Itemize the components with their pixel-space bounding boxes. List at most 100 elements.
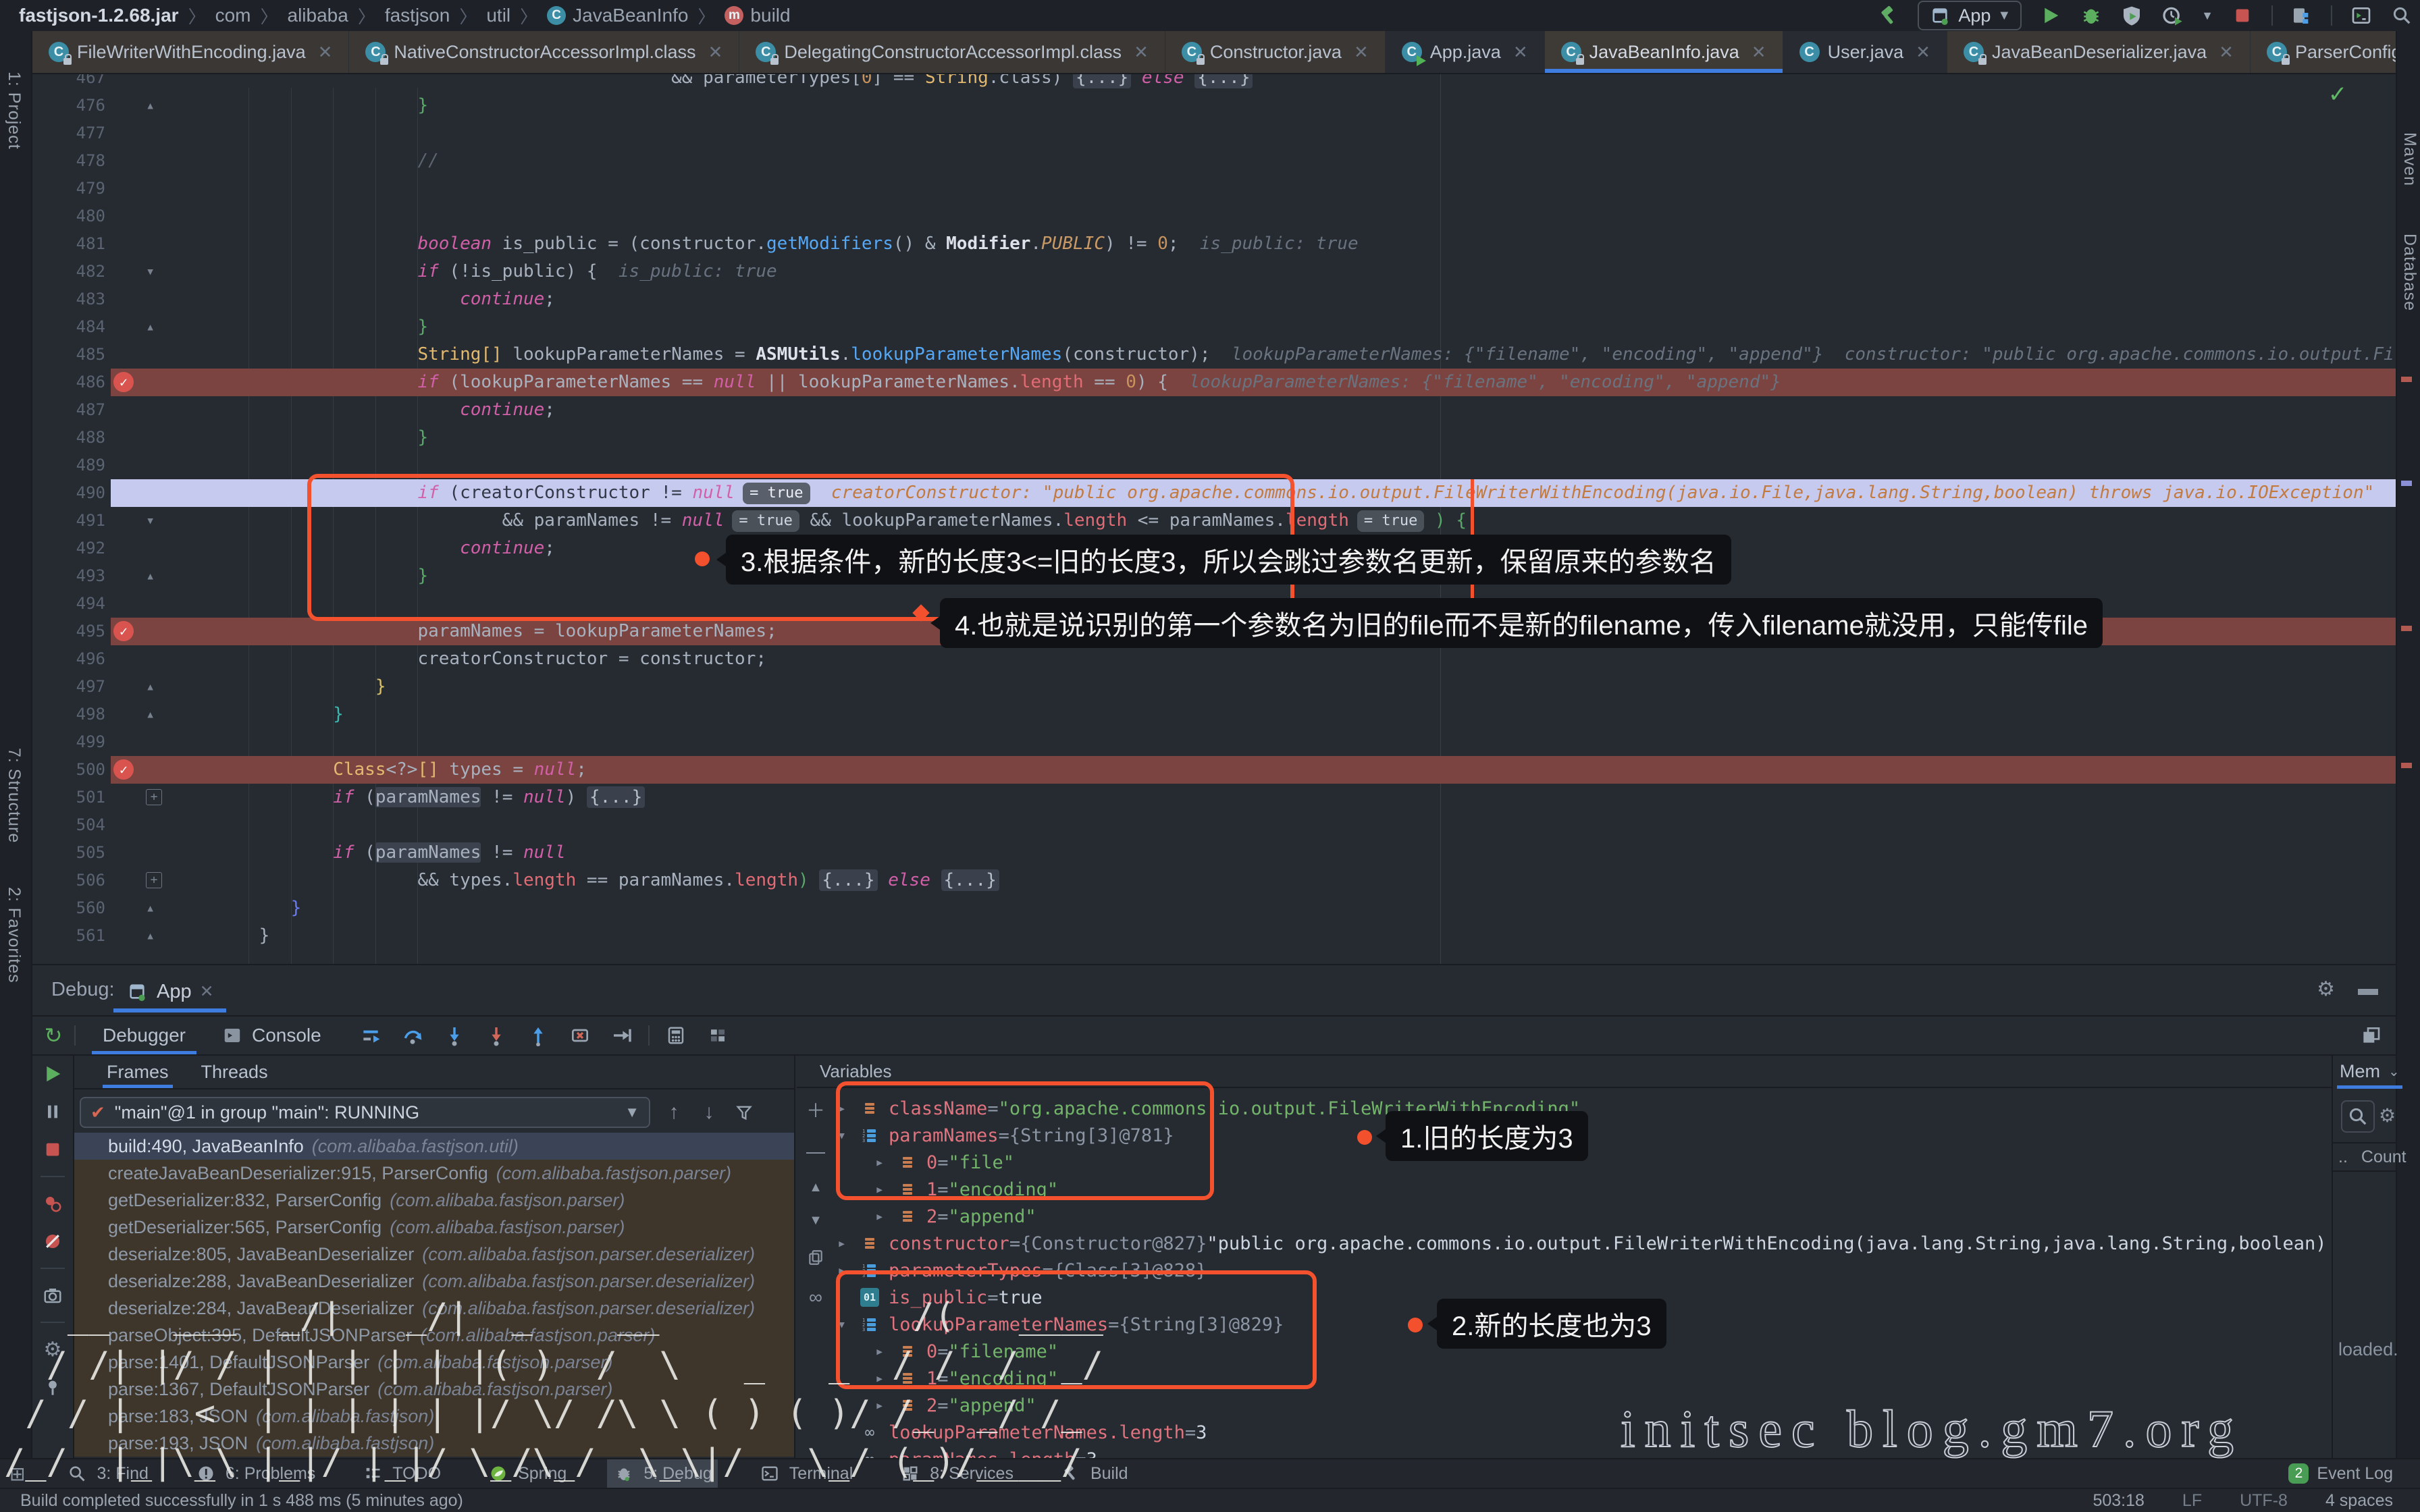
code-line[interactable]: 483continue; [32, 286, 2396, 313]
frame-up-icon[interactable]: ↑ [662, 1101, 685, 1124]
code-line[interactable]: 506+&& types.length == paramNames.length… [32, 867, 2396, 894]
code-line[interactable]: 485String[] lookupParameterNames = ASMUt… [32, 341, 2396, 369]
close-icon[interactable]: ✕ [1134, 42, 1149, 63]
filter-icon[interactable] [733, 1101, 756, 1124]
build-hammer-icon[interactable] [1877, 4, 1900, 27]
tool-button-project[interactable]: 1: Project [4, 72, 24, 150]
tool-window-button-debug[interactable]: 5: Debug [607, 1459, 717, 1488]
tree-chevron-icon[interactable]: ▸ [875, 1208, 898, 1225]
rerun-icon[interactable]: ↻ [42, 1024, 65, 1047]
code-line[interactable]: 488} [32, 424, 2396, 452]
step-into-icon[interactable] [443, 1024, 466, 1047]
pause-icon[interactable] [41, 1100, 64, 1123]
settings-gear-icon[interactable]: ⚙ [2317, 977, 2335, 1001]
inspection-ok-icon[interactable]: ✓ [2323, 80, 2352, 109]
show-execution-point-icon[interactable] [359, 1024, 382, 1047]
code-line[interactable]: 484▴} [32, 313, 2396, 341]
fold-marker[interactable]: ▴ [146, 922, 155, 950]
code-line[interactable]: 479 [32, 175, 2396, 202]
code-line[interactable]: 505if (paramNames != null [32, 839, 2396, 867]
step-over-icon[interactable] [401, 1024, 424, 1047]
tree-chevron-icon[interactable]: ▸ [837, 1235, 860, 1252]
breakpoint-icon[interactable]: ✓ [113, 759, 134, 780]
close-icon[interactable]: ✕ [1354, 42, 1369, 63]
code-line[interactable]: 478// [32, 147, 2396, 175]
debug-button[interactable] [2080, 4, 2103, 27]
close-icon[interactable]: ✕ [1916, 42, 1930, 63]
project-structure-icon[interactable] [2290, 4, 2313, 27]
minimize-icon[interactable]: ▬ [2358, 977, 2378, 1001]
stack-frame[interactable]: getDeserializer:832, ParserConfig(com.al… [74, 1187, 794, 1214]
editor-tab[interactable]: CFileWriterWithEncoding.java✕ [32, 31, 349, 73]
tool-window-button-problems[interactable]: 6: Problems [189, 1459, 321, 1488]
stop-button[interactable] [2231, 4, 2254, 27]
tab-console[interactable]: Console [203, 1017, 339, 1054]
tab-threads[interactable]: Threads [201, 1056, 268, 1088]
fold-marker[interactable]: + [146, 872, 162, 888]
remove-watch-icon[interactable]: — [806, 1141, 825, 1162]
layout-settings-icon[interactable] [706, 1024, 729, 1047]
code-line[interactable]: 499 [32, 728, 2396, 756]
debug-session-tab[interactable]: App ✕ [113, 971, 226, 1013]
fold-marker[interactable]: ▴ [146, 562, 155, 590]
code-line[interactable]: 486✓if (lookupParameterNames == null || … [32, 369, 2396, 396]
code-line[interactable]: 560▴} [32, 894, 2396, 922]
fold-marker[interactable]: ▴ [146, 313, 155, 341]
tool-button-favorites[interactable]: 2: Favorites [4, 887, 24, 983]
fold-marker[interactable]: + [146, 789, 162, 805]
restore-layout-icon[interactable] [2359, 1024, 2382, 1047]
breakpoint-icon[interactable]: ✓ [113, 372, 134, 392]
breakpoint-icon[interactable]: ✓ [113, 621, 134, 641]
step-out-icon[interactable] [527, 1024, 550, 1047]
close-icon[interactable]: ✕ [1513, 42, 1528, 63]
stack-frame[interactable]: deserialze:288, JavaBeanDeserializer(com… [74, 1268, 794, 1295]
snapshot-camera-icon[interactable] [41, 1284, 64, 1307]
close-icon[interactable]: ✕ [318, 42, 333, 63]
editor-tab[interactable]: CParserConfig.java✕ [2251, 31, 2420, 73]
stack-frame[interactable]: parseObject:395, DefaultJSONParser(com.a… [74, 1322, 794, 1349]
code-line[interactable]: 498▴} [32, 701, 2396, 728]
move-up-icon[interactable]: ▲ [809, 1180, 822, 1195]
close-icon[interactable]: ✕ [2219, 42, 2234, 63]
code-line[interactable]: 480 [32, 202, 2396, 230]
tool-window-button-find[interactable]: 3: Find [60, 1459, 153, 1488]
tool-button-maven[interactable]: Maven [2400, 132, 2419, 186]
variable-row[interactable]: ▸2 = "append" [875, 1392, 1036, 1419]
stack-frame[interactable]: deserialze:805, JavaBeanDeserializer(com… [74, 1241, 794, 1268]
tool-button-structure[interactable]: 7: Structure [4, 748, 24, 843]
code-editor[interactable]: 467&& parameterTypes[0] == String.class)… [32, 74, 2396, 964]
stack-frame[interactable]: deserialze:284, JavaBeanDeserializer(com… [74, 1295, 794, 1322]
fold-marker[interactable]: ▴ [146, 894, 155, 922]
thread-selector[interactable]: ✔ "main"@1 in group "main": RUNNING ▼ [80, 1097, 650, 1128]
code-line[interactable]: 504 [32, 811, 2396, 839]
editor-tab[interactable]: CConstructor.java✕ [1165, 31, 1386, 73]
tool-button-database[interactable]: Database [2400, 234, 2419, 311]
tool-window-button-services[interactable]: 8: Services [893, 1459, 1019, 1488]
code-line[interactable]: 496creatorConstructor = constructor; [32, 645, 2396, 673]
view-breakpoints-icon[interactable] [41, 1192, 64, 1215]
code-line[interactable]: 561▴} [32, 922, 2396, 950]
fold-marker[interactable]: ▴ [146, 701, 155, 728]
memory-search-button[interactable] [2341, 1100, 2375, 1133]
editor-tab[interactable]: CJavaBeanDeserializer.java✕ [1947, 31, 2251, 73]
fold-marker[interactable]: ▴ [146, 92, 155, 119]
stack-frame[interactable]: parse:1367, DefaultJSONParser(com.alibab… [74, 1376, 794, 1403]
breadcrumb-item[interactable]: com [215, 5, 251, 26]
watches-icon[interactable]: ∞ [809, 1287, 822, 1308]
editor-tab[interactable]: CNativeConstructorAccessorImpl.class✕ [349, 31, 739, 73]
breadcrumb-item[interactable]: CJavaBeanInfo [547, 5, 688, 26]
fold-marker[interactable]: ▾ [146, 258, 155, 286]
breadcrumb-item[interactable]: fastjson [385, 5, 450, 26]
code-line[interactable]: 481boolean is_public = (constructor.getM… [32, 230, 2396, 258]
indent-setting[interactable]: 4 spaces [2325, 1491, 2393, 1511]
tool-window-button-build[interactable]: Build [1054, 1459, 1134, 1488]
code-line[interactable]: 500✓Class<?>[] types = null; [32, 756, 2396, 784]
resume-icon[interactable] [41, 1062, 64, 1085]
variable-row[interactable]: ▸constructor = {Constructor@827} "public… [837, 1230, 2332, 1257]
tab-debugger[interactable]: Debugger [85, 1017, 203, 1054]
memory-settings-icon[interactable]: ⚙ [2379, 1104, 2396, 1127]
run-configuration-selector[interactable]: App ▼ [1918, 1, 2022, 30]
terminal-run-icon[interactable] [2350, 4, 2373, 27]
stop-icon[interactable] [41, 1138, 64, 1161]
tree-chevron-icon[interactable]: ▸ [875, 1397, 898, 1414]
